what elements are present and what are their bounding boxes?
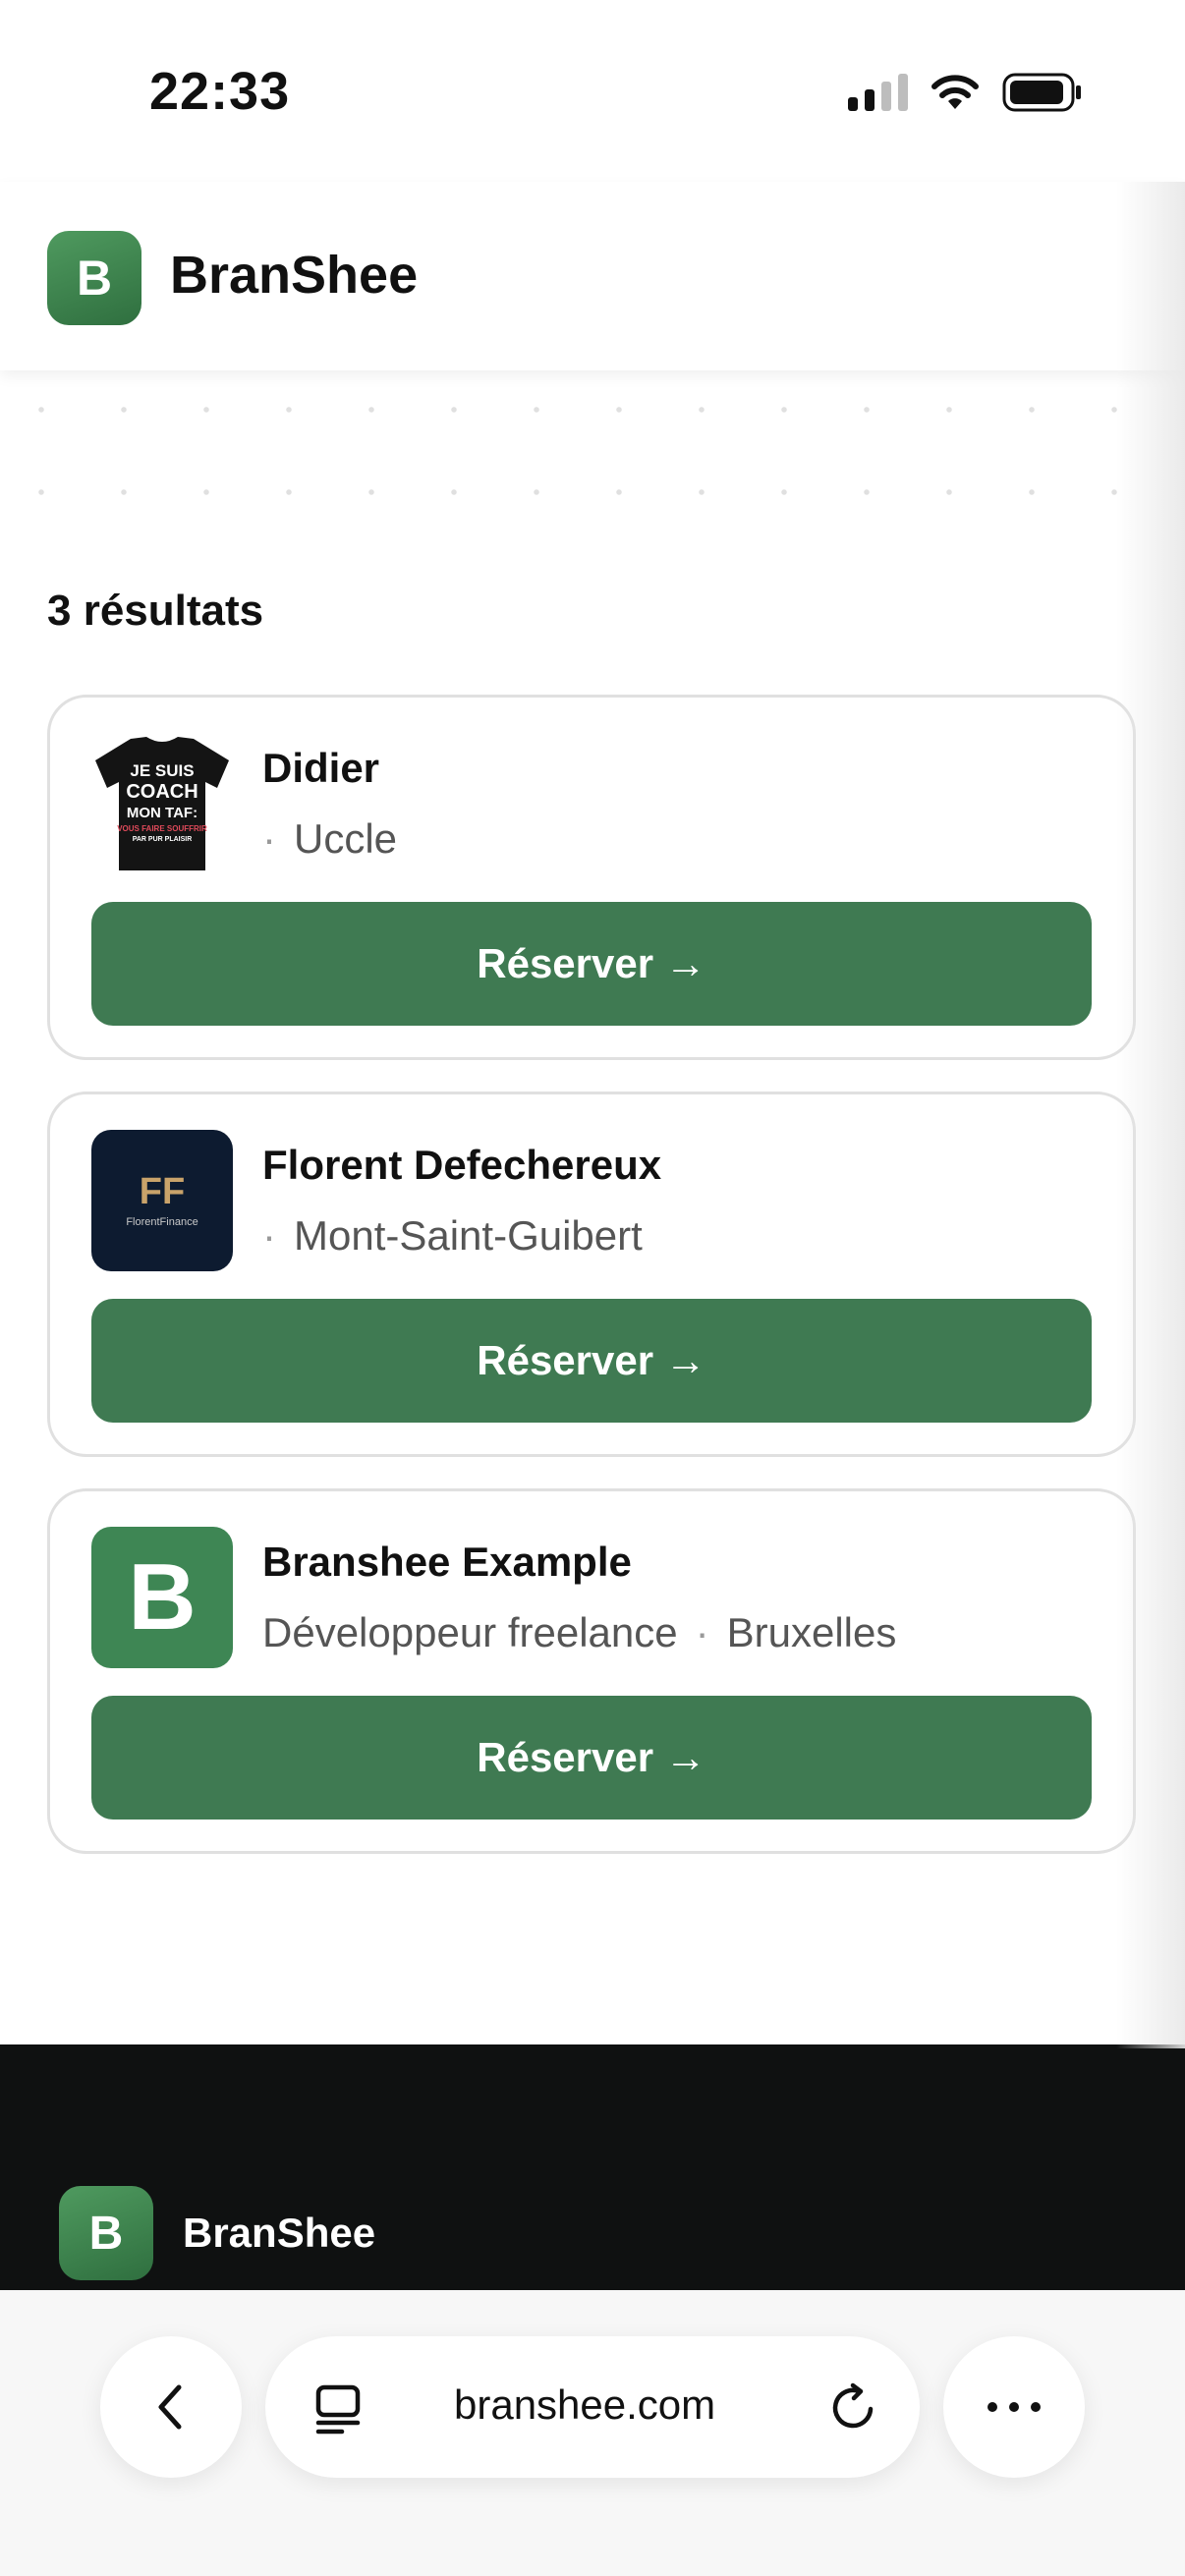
footer-logo[interactable]: B <box>59 2186 153 2280</box>
svg-text:COACH: COACH <box>126 781 198 803</box>
reserve-button[interactable]: Réserver → <box>91 902 1092 1026</box>
svg-text:VOUS FAIRE SOUFFRIR: VOUS FAIRE SOUFFRIR <box>117 824 207 833</box>
more-button[interactable] <box>943 2336 1085 2478</box>
avatar-branshee-b-logo: B <box>91 1527 233 1668</box>
provider-city: Uccle <box>294 815 398 862</box>
provider-profession: Développeur freelance <box>262 1609 678 1655</box>
provider-city: Bruxelles <box>726 1609 897 1655</box>
brand-name[interactable]: BranShee <box>170 245 418 306</box>
url-text[interactable]: branshee.com <box>454 2381 715 2429</box>
status-bar: 22:33 <box>0 0 1185 182</box>
svg-text:PAR PUR PLAISIR: PAR PUR PLAISIR <box>133 836 193 843</box>
reserve-button[interactable]: Réserver → <box>91 1696 1092 1820</box>
wifi-icon <box>930 74 981 111</box>
provider-city: Mont-Saint-Guibert <box>294 1212 643 1259</box>
meta-separator: · <box>262 815 276 862</box>
meta-separator: · <box>262 1212 276 1259</box>
meta-separator: · <box>695 1609 709 1655</box>
result-card[interactable]: B Branshee Example Développeur freelance… <box>47 1488 1136 1854</box>
footer-brand-name[interactable]: BranShee <box>183 2210 375 2257</box>
provider-name[interactable]: Branshee Example <box>262 1539 632 1586</box>
dot-pattern-background <box>0 370 1185 518</box>
status-time: 22:33 <box>149 62 291 121</box>
results-count: 3 résultats <box>47 587 264 635</box>
site-footer: B BranShee <box>0 2044 1185 2290</box>
finance-logo-mark: FF <box>139 1171 186 1212</box>
provider-meta: Développeur freelance · Bruxelles <box>262 1609 896 1656</box>
tabs-icon[interactable] <box>312 2381 366 2435</box>
battery-icon <box>1002 73 1083 112</box>
reload-icon[interactable] <box>827 2381 880 2435</box>
brand-logo[interactable]: B <box>47 231 141 325</box>
browser-toolbar: branshee.com <box>0 2290 1185 2576</box>
result-card[interactable]: JE SUIS COACH MON TAF: VOUS FAIRE SOUFFR… <box>47 695 1136 1060</box>
avatar-tshirt-image: JE SUIS COACH MON TAF: VOUS FAIRE SOUFFR… <box>91 733 233 874</box>
site-header: B BranShee <box>0 182 1185 370</box>
back-button[interactable] <box>100 2336 242 2478</box>
avatar-florent-finance-logo: FF FlorentFinance <box>91 1130 233 1271</box>
address-bar[interactable]: branshee.com <box>265 2336 920 2478</box>
svg-text:MON TAF:: MON TAF: <box>127 805 198 821</box>
svg-text:JE SUIS: JE SUIS <box>130 761 194 780</box>
chevron-left-icon <box>158 2384 182 2430</box>
provider-name[interactable]: Florent Defechereux <box>262 1142 661 1189</box>
provider-name[interactable]: Didier <box>262 745 379 792</box>
finance-logo-caption: FlorentFinance <box>126 1216 198 1228</box>
cellular-signal-icon <box>848 74 908 111</box>
provider-meta: · Uccle <box>262 815 397 863</box>
reserve-button[interactable]: Réserver → <box>91 1299 1092 1423</box>
more-icon <box>988 2402 1041 2412</box>
result-card[interactable]: FF FlorentFinance Florent Defechereux · M… <box>47 1092 1136 1457</box>
status-icons <box>848 73 1083 112</box>
provider-meta: · Mont-Saint-Guibert <box>262 1212 643 1260</box>
